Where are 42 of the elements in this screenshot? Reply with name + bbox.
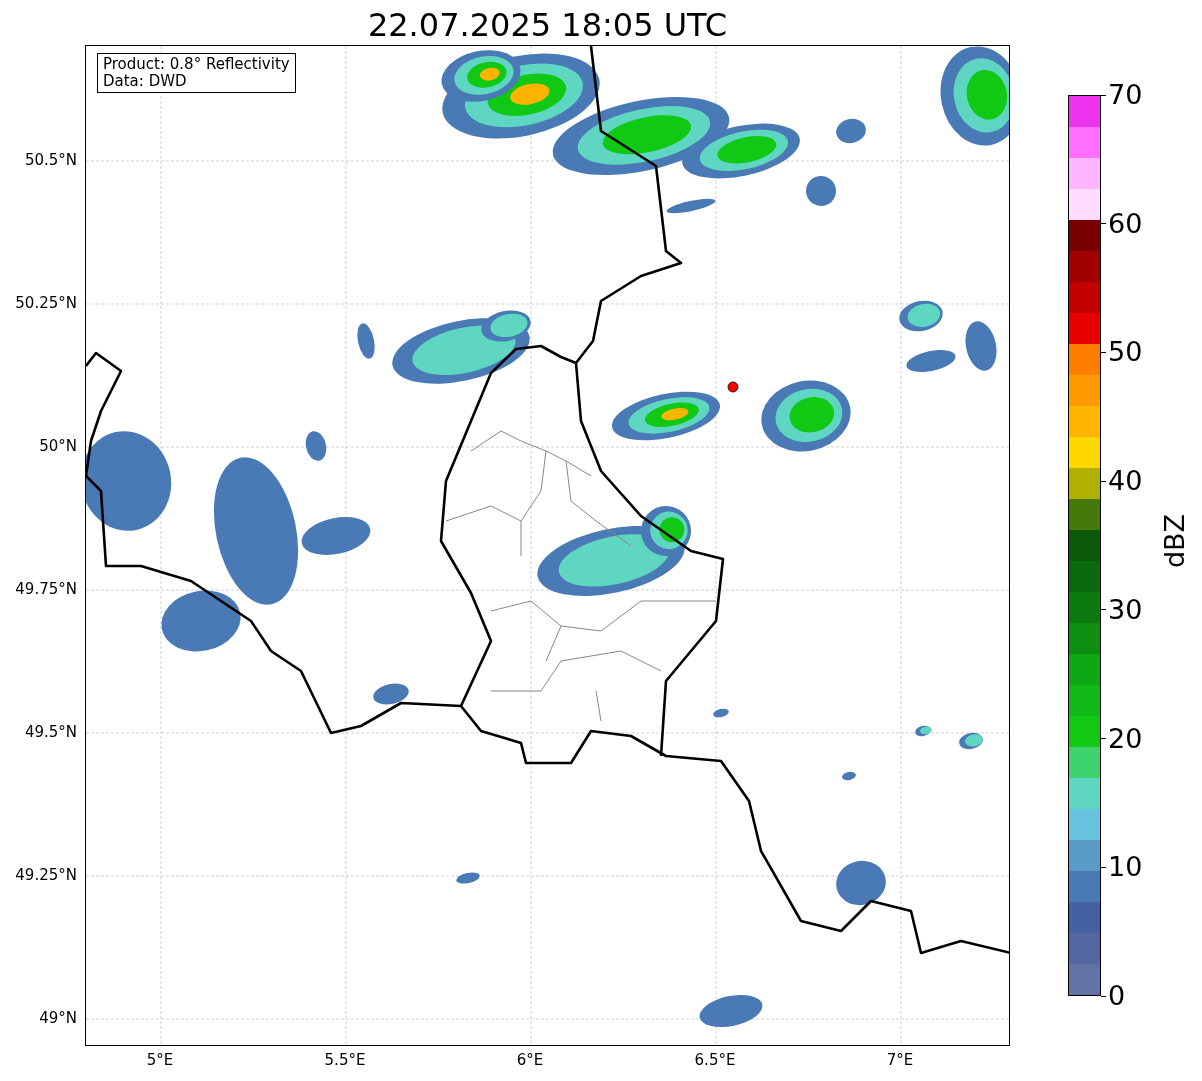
precipitation-echo bbox=[806, 176, 836, 206]
precipitation-echo bbox=[899, 300, 943, 332]
colorbar-tick-label: 20 bbox=[1108, 722, 1143, 755]
location-marker bbox=[727, 381, 739, 393]
precipitation-echo bbox=[456, 872, 480, 884]
longitude-label: 5°E bbox=[146, 1051, 174, 1069]
colorbar-tick-label: 70 bbox=[1108, 79, 1143, 111]
precipitation-echo bbox=[699, 994, 763, 1028]
latitude-label: 50°N bbox=[39, 437, 77, 455]
colorbar-tick-label: 40 bbox=[1108, 465, 1143, 498]
precipitation-echo bbox=[965, 321, 997, 371]
precipitation-echo bbox=[373, 683, 409, 705]
colorbar-tick-label: 60 bbox=[1108, 207, 1143, 240]
precipitation-echo bbox=[906, 349, 956, 373]
longitude-label: 5.5°E bbox=[324, 1051, 366, 1069]
chart-title: 22.07.2025 18:05 UTC bbox=[367, 5, 728, 45]
colorbar-tick-label: 10 bbox=[1108, 851, 1143, 884]
precipitation-echo bbox=[836, 118, 866, 144]
precipitation-echo bbox=[842, 771, 856, 781]
info-text: Product: 0.8° Reflectivity bbox=[103, 56, 290, 73]
colorbar-axis-label: dBZ bbox=[1159, 513, 1192, 569]
longitude-label: 6°E bbox=[516, 1051, 544, 1069]
colorbar-tick-label: 50 bbox=[1108, 336, 1143, 369]
info-text: Data: DWD bbox=[103, 73, 188, 90]
latitude-label: 49.25°N bbox=[15, 866, 77, 884]
precipitation-echo bbox=[305, 431, 327, 461]
precipitation-echo bbox=[666, 198, 716, 214]
latitude-label: 50.5°N bbox=[24, 151, 77, 169]
precipitation-echo bbox=[713, 708, 729, 718]
latitude-label: 50.25°N bbox=[15, 294, 77, 312]
precipitation-echo bbox=[915, 725, 932, 737]
longitude-label: 6.5°E bbox=[694, 1051, 736, 1069]
precipitation-echo bbox=[959, 732, 983, 750]
precipitation-echo bbox=[836, 860, 886, 906]
latitude-label: 49.75°N bbox=[15, 580, 77, 598]
precipitation-echo bbox=[357, 323, 375, 359]
precipitation-echo bbox=[301, 516, 371, 556]
longitude-label: 7°E bbox=[886, 1051, 914, 1069]
latitude-label: 49.5°N bbox=[24, 723, 77, 741]
latitude-label: 49°N bbox=[39, 1009, 77, 1027]
colorbar-tick-label: 30 bbox=[1108, 593, 1143, 626]
colorbar-tick-label: 0 bbox=[1108, 980, 1126, 1012]
